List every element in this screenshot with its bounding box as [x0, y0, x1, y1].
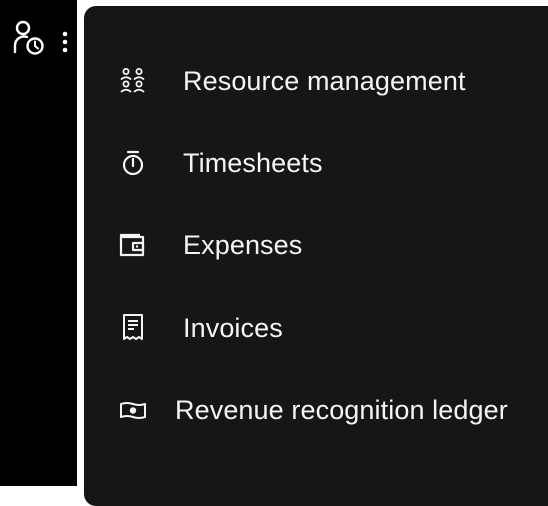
- menu-item-label: Expenses: [183, 230, 303, 260]
- receipt-icon: [118, 313, 148, 343]
- menu-item-label: Resource management: [183, 66, 466, 96]
- menu-item-label: Revenue recognition ledger: [175, 395, 508, 425]
- menu-item-invoices[interactable]: Invoices: [84, 297, 548, 359]
- menu-item-label: Timesheets: [183, 148, 323, 178]
- menu-item-expenses[interactable]: Expenses: [84, 214, 548, 276]
- apps-menu: Resource management Timesheets Expenses: [84, 6, 548, 506]
- wallet-icon: [118, 230, 148, 260]
- overflow-menu-button[interactable]: [58, 28, 72, 56]
- overflow-menu-icon: [62, 31, 68, 53]
- menu-item-resource-management[interactable]: Resource management: [84, 50, 548, 112]
- menu-item-timesheets[interactable]: Timesheets: [84, 132, 548, 194]
- user-clock-button[interactable]: [10, 18, 48, 58]
- menu-item-label: Invoices: [183, 313, 283, 343]
- menu-item-revenue-recognition-ledger[interactable]: Revenue recognition ledger: [84, 379, 548, 441]
- user-clock-icon: [13, 20, 44, 55]
- left-rail: [0, 0, 77, 486]
- money-icon: [118, 395, 148, 425]
- stopwatch-icon: [118, 148, 148, 178]
- people-group-icon: [118, 66, 148, 96]
